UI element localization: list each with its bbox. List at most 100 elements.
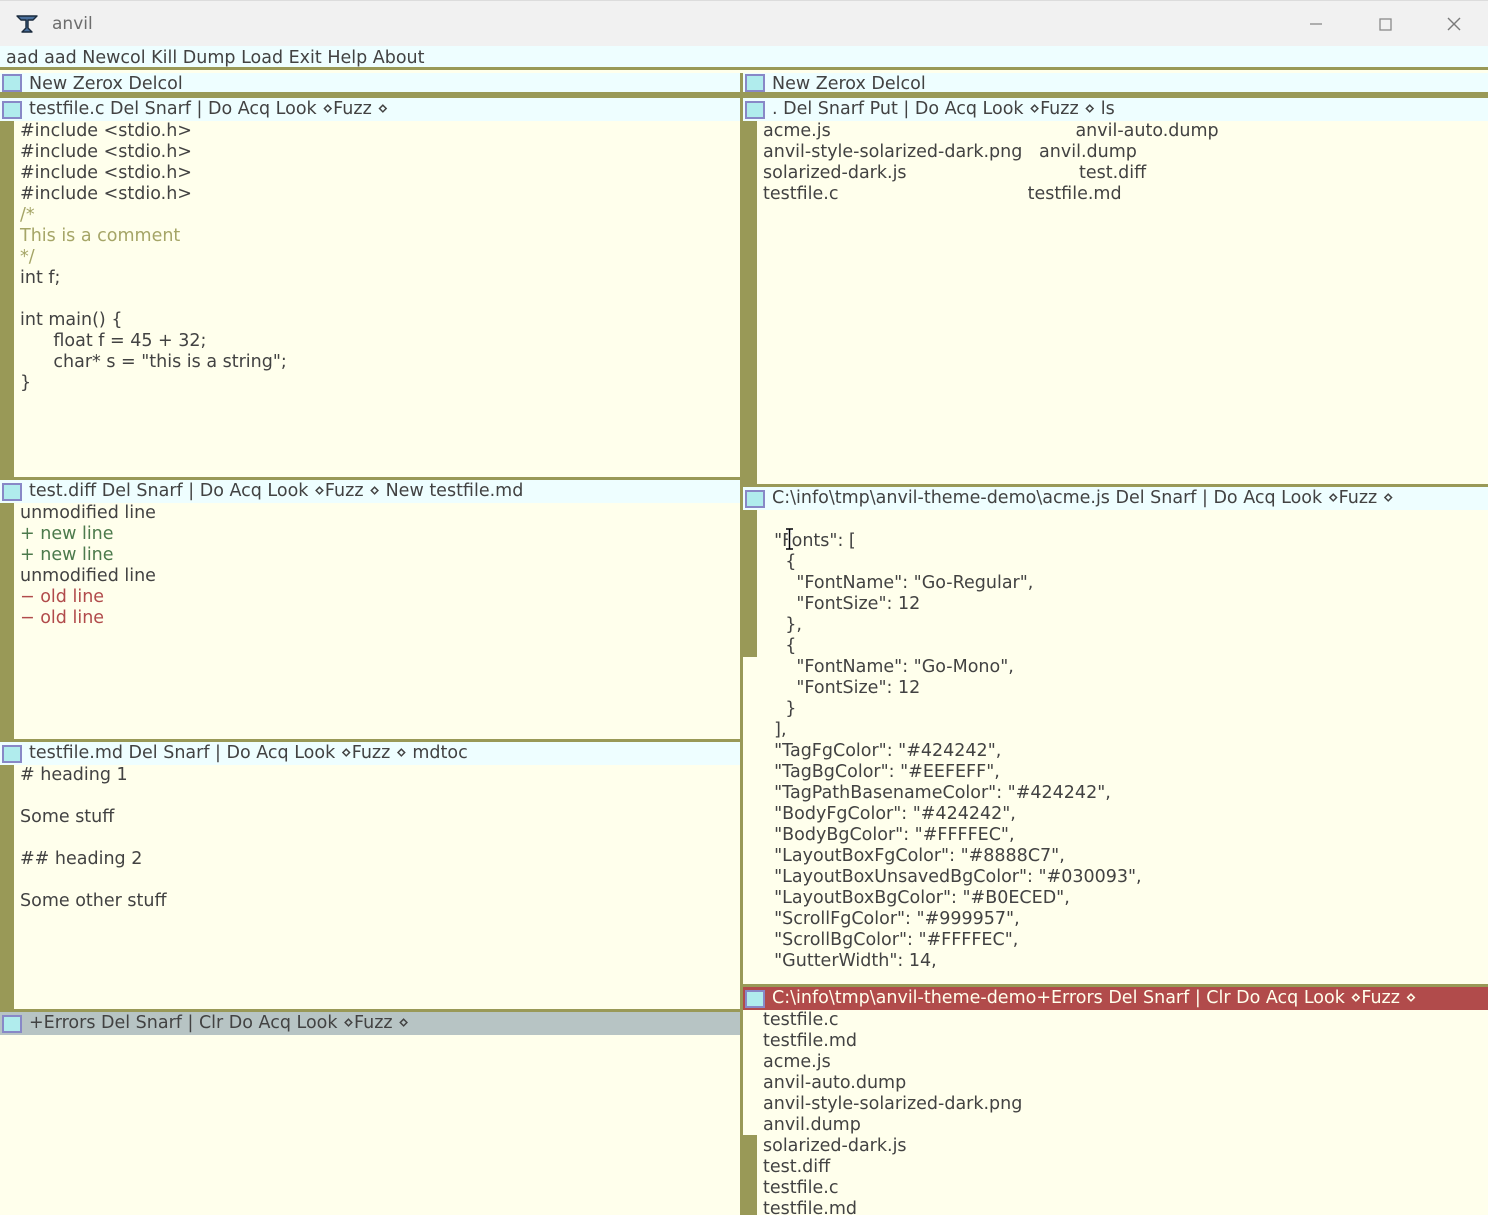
text-line: "LayoutBoxFgColor": "#8888C7", <box>763 846 1065 866</box>
errors-left-tag-label: +Errors Del Snarf | Clr Do Acq Look ⋄Fuz… <box>29 1013 410 1033</box>
testfile-md-text[interactable]: # heading 1 Some stuff ## heading 2 Some… <box>14 765 740 1009</box>
text-line: #include <stdio.h> <box>20 184 192 204</box>
text-line: "TagBgColor": "#EEFEFF", <box>763 762 1000 782</box>
errors-right-scroll-thumb[interactable] <box>743 1135 757 1215</box>
text-line: testfile.md <box>763 1031 857 1051</box>
anvil-application-window: anvil aad aad Newcol Kill Dump Load Exit… <box>0 0 1488 1215</box>
testfile-c-tag[interactable]: testfile.c Del Snarf | Do Acq Look ⋄Fuzz… <box>0 98 740 121</box>
text-line: "FontSize": 12 <box>763 678 921 698</box>
directory-listing-text[interactable]: acme.js anvil-auto.dump anvil-style-solar… <box>757 121 1488 484</box>
text-line: ], <box>763 720 787 740</box>
text-line: }, <box>763 615 802 635</box>
window-acme-js: C:\info\tmp\anvil-theme-demo\acme.js Del… <box>743 484 1488 984</box>
errors-left-scrollbar[interactable] <box>0 1035 14 1215</box>
layout-box-icon[interactable] <box>2 73 22 92</box>
layout-box-icon[interactable] <box>745 100 765 119</box>
minimize-icon <box>1309 22 1322 25</box>
maximize-button[interactable] <box>1350 1 1419 46</box>
text-line: */ <box>20 247 35 267</box>
minimize-button[interactable] <box>1281 1 1350 46</box>
test-diff-body: unmodified line + new line + new line unmod… <box>0 503 740 739</box>
testfile-md-body: # heading 1 Some stuff ## heading 2 Some… <box>0 765 740 1009</box>
acme-js-tag[interactable]: C:\info\tmp\anvil-theme-demo\acme.js Del… <box>743 487 1488 510</box>
anvil-icon <box>16 14 38 33</box>
text-line: Some other stuff <box>20 891 167 911</box>
text-line: { <box>763 636 797 656</box>
text-line: "LayoutBoxBgColor": "#B0ECED", <box>763 888 1070 908</box>
directory-listing-scrollbar[interactable] <box>743 121 757 484</box>
text-line <box>763 510 1488 531</box>
acme-js-scroll-thumb[interactable] <box>743 510 757 657</box>
text-line: "ScrollFgColor": "#999957", <box>763 909 1020 929</box>
testfile-c-text[interactable]: #include <stdio.h> #include <stdio.h> #inc… <box>14 121 740 477</box>
errors-right-tag-label: C:\info\tmp\anvil-theme-demo+Errors Del … <box>772 988 1417 1008</box>
text-line: "FontSize": 12 <box>763 594 921 614</box>
layout-box-icon[interactable] <box>745 989 765 1008</box>
text-line: testfile.c <box>763 1010 839 1030</box>
text-line: "FontName": "Go-Mono", <box>763 657 1014 677</box>
acme-js-text[interactable]: "Fonts": [ { "FontName": "Go-Regular", "… <box>757 510 1488 984</box>
text-line: "Fonts": [ <box>763 531 856 551</box>
layout-box-icon[interactable] <box>2 1014 22 1033</box>
close-icon <box>1447 17 1460 30</box>
text-line: Some stuff <box>20 807 115 827</box>
testfile-md-tag[interactable]: testfile.md Del Snarf | Do Acq Look ⋄Fuz… <box>0 742 740 765</box>
testfile-md-tag-label: testfile.md Del Snarf | Do Acq Look ⋄Fuz… <box>29 743 468 763</box>
layout-box-icon[interactable] <box>2 744 22 763</box>
text-line: "GutterWidth": 14, <box>763 951 937 971</box>
testfile-c-scrollbar[interactable] <box>0 121 14 477</box>
text-line: testfile.md <box>763 1199 857 1215</box>
right-column: New Zerox Delcol. Del Snarf Put | Do Acq… <box>740 73 1488 1215</box>
testfile-md-scroll-thumb[interactable] <box>0 765 14 1009</box>
test-diff-tag[interactable]: test.diff Del Snarf | Do Acq Look ⋄Fuzz … <box>0 480 740 503</box>
window-directory-listing: . Del Snarf Put | Do Acq Look ⋄Fuzz ⋄ ls… <box>743 95 1488 484</box>
text-line <box>20 828 740 849</box>
directory-listing-scroll-thumb[interactable] <box>743 121 757 484</box>
text-line: "FontName": "Go-Regular", <box>763 573 1034 593</box>
errors-left-tag[interactable]: +Errors Del Snarf | Clr Do Acq Look ⋄Fuz… <box>0 1012 740 1035</box>
text-line <box>20 289 740 310</box>
titlebar-left: anvil <box>0 11 93 37</box>
testfile-c-scroll-thumb[interactable] <box>0 121 14 477</box>
test-diff-scrollbar[interactable] <box>0 503 14 739</box>
root-command-tag[interactable]: aad aad Newcol Kill Dump Load Exit Help … <box>0 46 1488 70</box>
errors-left-text[interactable] <box>14 1035 740 1215</box>
layout-box-icon[interactable] <box>745 73 765 92</box>
text-line: solarized-dark.js test.diff <box>763 163 1147 183</box>
errors-right-tag[interactable]: C:\info\tmp\anvil-theme-demo+Errors Del … <box>743 987 1488 1010</box>
text-line: This is a comment <box>20 226 181 246</box>
text-line: + new line <box>20 545 114 565</box>
window-test-diff: test.diff Del Snarf | Do Acq Look ⋄Fuzz … <box>0 477 740 739</box>
text-line: unmodified line <box>20 566 156 586</box>
directory-listing-tag[interactable]: . Del Snarf Put | Do Acq Look ⋄Fuzz ⋄ ls <box>743 98 1488 121</box>
text-line: "TagPathBasenameColor": "#424242", <box>763 783 1111 803</box>
maximize-icon <box>1378 17 1392 31</box>
test-diff-scroll-thumb[interactable] <box>0 503 14 739</box>
text-line: "TagFgColor": "#424242", <box>763 741 1002 761</box>
text-line: − old line <box>20 608 105 628</box>
text-line: char* s = "this is a string"; <box>20 352 287 372</box>
text-line: } <box>20 373 32 393</box>
text-line: acme.js <box>763 1052 831 1072</box>
acme-js-tag-label: C:\info\tmp\anvil-theme-demo\acme.js Del… <box>772 488 1394 508</box>
window-testfile-md: testfile.md Del Snarf | Do Acq Look ⋄Fuz… <box>0 739 740 1009</box>
close-button[interactable] <box>1419 1 1488 46</box>
text-line <box>20 786 740 807</box>
testfile-c-tag-label: testfile.c Del Snarf | Do Acq Look ⋄Fuzz… <box>29 99 389 119</box>
testfile-c-body: #include <stdio.h> #include <stdio.h> #inc… <box>0 121 740 477</box>
layout-box-icon[interactable] <box>2 482 22 501</box>
text-line: } <box>763 699 797 719</box>
errors-right-body: testfile.c testfile.md acme.js anvil-auto.d… <box>743 1010 1488 1215</box>
right-column-tag[interactable]: New Zerox Delcol <box>743 73 1488 95</box>
errors-right-scrollbar[interactable] <box>743 1010 757 1215</box>
errors-right-text[interactable]: testfile.c testfile.md acme.js anvil-auto.d… <box>757 1010 1488 1215</box>
left-column-tag-label: New Zerox Delcol <box>29 74 183 94</box>
test-diff-text[interactable]: unmodified line + new line + new line unmod… <box>14 503 740 739</box>
text-line: "BodyBgColor": "#FFFFEC", <box>763 825 1015 845</box>
left-column-tag[interactable]: New Zerox Delcol <box>0 73 740 95</box>
text-line: testfile.c <box>763 1178 839 1198</box>
layout-box-icon[interactable] <box>2 100 22 119</box>
testfile-md-scrollbar[interactable] <box>0 765 14 1009</box>
acme-js-scrollbar[interactable] <box>743 510 757 984</box>
layout-box-icon[interactable] <box>745 489 765 508</box>
